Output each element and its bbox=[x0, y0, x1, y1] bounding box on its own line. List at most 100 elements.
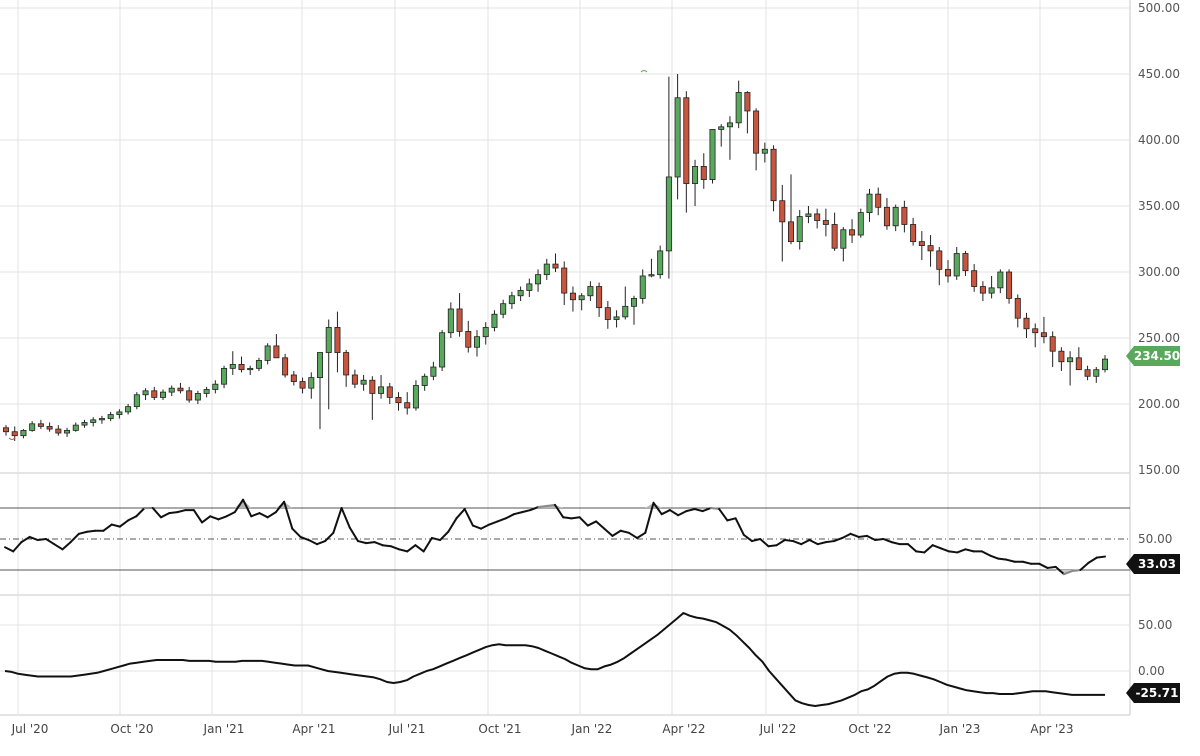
price-tick-label: 150.00 bbox=[1138, 463, 1180, 477]
x-tick-label: Jul '20 bbox=[11, 722, 49, 736]
candle bbox=[1102, 355, 1109, 373]
candle-body bbox=[936, 250, 943, 270]
candle bbox=[831, 212, 838, 251]
candle-body bbox=[1049, 336, 1056, 352]
oscillator-line-segment bbox=[69, 532, 80, 544]
oscillator-line-segment bbox=[857, 534, 868, 538]
candle bbox=[282, 353, 289, 378]
candle-body bbox=[543, 263, 550, 276]
candle-body bbox=[927, 245, 934, 252]
candle-body bbox=[683, 97, 690, 184]
oscillator-line-segment bbox=[603, 527, 614, 537]
oscillator-line-segment bbox=[824, 540, 836, 544]
candle-body bbox=[1032, 328, 1039, 334]
candle-body bbox=[11, 431, 18, 437]
candle-body bbox=[316, 352, 323, 378]
grid bbox=[0, 0, 1130, 715]
candle-body bbox=[657, 250, 664, 276]
candle bbox=[770, 145, 777, 212]
candle-body bbox=[604, 307, 611, 320]
candle bbox=[255, 357, 262, 371]
candle bbox=[473, 330, 480, 357]
candle bbox=[1075, 347, 1082, 371]
candle bbox=[927, 235, 934, 267]
oscillator-line-segment bbox=[340, 507, 351, 529]
high-marker bbox=[640, 70, 648, 73]
candle bbox=[1040, 316, 1047, 344]
candle bbox=[325, 319, 332, 410]
candle-body bbox=[953, 253, 960, 277]
candle bbox=[168, 385, 175, 397]
candle-body bbox=[404, 402, 411, 409]
candle-body bbox=[334, 327, 341, 353]
candle-body bbox=[665, 176, 672, 252]
candle bbox=[665, 76, 672, 279]
candle bbox=[55, 425, 62, 436]
candle-body bbox=[177, 387, 184, 392]
oscillator-last-value-tag-text: 33.03 bbox=[1138, 557, 1176, 571]
candle bbox=[814, 208, 821, 229]
oscillator-line-segment bbox=[36, 538, 48, 542]
candle-body bbox=[901, 206, 908, 225]
oscillator-line-segment bbox=[693, 508, 704, 513]
candle-body bbox=[159, 391, 166, 398]
candle-body bbox=[325, 327, 332, 353]
candle-body bbox=[133, 394, 140, 408]
candle bbox=[779, 184, 786, 262]
candle-body bbox=[866, 193, 873, 213]
candle-body bbox=[90, 419, 97, 423]
candle bbox=[64, 427, 71, 437]
candle-body bbox=[29, 423, 36, 431]
candle bbox=[343, 349, 350, 387]
oscillator-line-segment bbox=[463, 508, 474, 527]
candle bbox=[395, 392, 402, 411]
oscillator-line-segment bbox=[86, 529, 97, 533]
oscillator-line-segment bbox=[980, 550, 992, 557]
x-tick-label: Jul '22 bbox=[759, 722, 797, 736]
candle bbox=[639, 269, 646, 304]
candle-body bbox=[142, 390, 149, 396]
candle bbox=[945, 260, 952, 283]
oscillator-line-segment bbox=[168, 511, 179, 515]
candle bbox=[142, 388, 149, 401]
oscillator-line-segment bbox=[726, 517, 737, 522]
candle bbox=[997, 269, 1004, 294]
candle bbox=[875, 187, 882, 216]
oscillator-line-segment bbox=[176, 509, 187, 514]
candle-body bbox=[761, 148, 768, 154]
candle bbox=[46, 422, 53, 432]
x-tick-label: Jul '21 bbox=[388, 722, 426, 736]
candle-body bbox=[203, 389, 210, 394]
candle bbox=[726, 116, 733, 160]
oscillator-line-segment bbox=[660, 509, 671, 516]
candle bbox=[561, 261, 568, 305]
candle-body bbox=[639, 275, 646, 299]
candle-body bbox=[1006, 271, 1013, 299]
candle bbox=[378, 374, 385, 399]
candle-body bbox=[770, 148, 777, 202]
candle-body bbox=[726, 122, 733, 128]
candle bbox=[910, 217, 917, 246]
price-tick-label: 300.00 bbox=[1138, 265, 1180, 279]
candle bbox=[674, 74, 681, 200]
candle bbox=[81, 419, 88, 428]
candle bbox=[439, 330, 446, 371]
candle-body bbox=[700, 165, 707, 180]
candle bbox=[456, 293, 463, 337]
oscillator-line-segment bbox=[734, 517, 745, 536]
candle bbox=[20, 429, 27, 439]
oscillator-line-segment bbox=[77, 530, 89, 535]
candle-body bbox=[221, 367, 228, 385]
momentum-tick-label: 50.00 bbox=[1138, 618, 1172, 632]
oscillator-line-segment bbox=[291, 527, 302, 538]
candle-body bbox=[822, 220, 829, 225]
oscillator-line-segment bbox=[1071, 569, 1082, 573]
candle bbox=[1023, 312, 1030, 338]
oscillator-line-segment bbox=[1087, 556, 1098, 564]
oscillator-line-segment bbox=[45, 538, 56, 546]
price-tick-label: 450.00 bbox=[1138, 67, 1180, 81]
oscillator-line-segment bbox=[833, 536, 844, 543]
oscillator-line-segment bbox=[406, 544, 417, 553]
candle bbox=[761, 142, 768, 163]
candle-body bbox=[125, 406, 132, 413]
